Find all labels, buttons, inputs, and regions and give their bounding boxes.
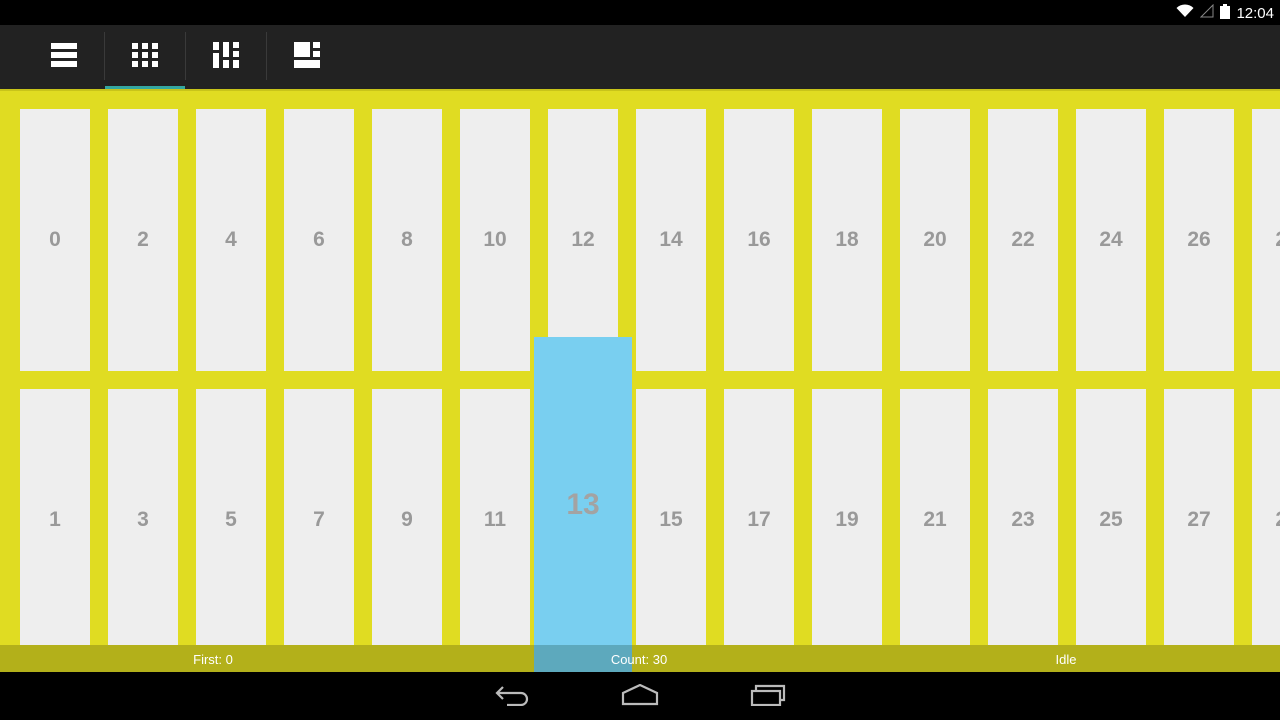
grid-item-number: 18	[835, 228, 859, 251]
signal-icon	[1200, 3, 1214, 22]
grid-item-number: 21	[923, 508, 947, 531]
recycler-grid[interactable]: 0246810121416182022242628135791113151719…	[0, 89, 1280, 672]
grid-item-number: 6	[313, 228, 325, 251]
recents-button[interactable]	[738, 680, 798, 714]
system-nav-bar	[0, 672, 1280, 720]
grid-item-number: 0	[49, 228, 61, 251]
grid-item-number: 3	[137, 508, 149, 531]
grid-item[interactable]: 26	[1164, 109, 1234, 371]
grid-item[interactable]: 6	[284, 109, 354, 371]
grid-icon	[132, 42, 158, 72]
grid-item[interactable]: 29	[1252, 389, 1280, 651]
grid-item[interactable]: 5	[196, 389, 266, 651]
grid-item[interactable]: 9	[372, 389, 442, 651]
scroll-state-label: Idle	[1055, 652, 1077, 667]
grid-item[interactable]: 21	[900, 389, 970, 651]
grid-item[interactable]: 24	[1076, 109, 1146, 371]
grid-item-number: 28	[1275, 228, 1280, 252]
grid-item-number: 20	[923, 228, 947, 251]
grid-item[interactable]: 1	[20, 389, 90, 651]
grid-item-number: 8	[401, 228, 413, 251]
grid-item[interactable]: 27	[1164, 389, 1234, 651]
grid-item-number: 4	[225, 228, 237, 251]
tab-staggered-grid-layout[interactable]	[186, 25, 266, 89]
grid-item[interactable]: 0	[20, 109, 90, 371]
grid-item-number: 19	[835, 508, 859, 531]
grid-item[interactable]: 2	[108, 109, 178, 371]
status-icons: 12:04	[1176, 3, 1274, 23]
grid-item-number: 26	[1187, 228, 1211, 251]
grid-item-number: 25	[1099, 508, 1123, 531]
tab-list-layout[interactable]	[24, 25, 104, 89]
grid-item[interactable]: 3	[108, 389, 178, 651]
list-icon	[51, 42, 77, 72]
recents-icon	[750, 684, 786, 711]
grid-item[interactable]: 15	[636, 389, 706, 651]
grid-item-number: 14	[659, 228, 683, 251]
grid-item-number: 23	[1011, 508, 1035, 531]
grid-item-number: 15	[659, 508, 683, 531]
grid-item[interactable]: 25	[1076, 389, 1146, 651]
selected-item-number: 13	[566, 487, 600, 521]
grid-item[interactable]: 23	[988, 389, 1058, 651]
grid-item-number: 22	[1011, 228, 1035, 251]
grid-item[interactable]: 28	[1252, 109, 1280, 371]
grid-item[interactable]: 17	[724, 389, 794, 651]
grid-item-number: 12	[571, 228, 595, 251]
selected-grid-item[interactable]: 13	[534, 337, 632, 672]
tab-grid-layout[interactable]	[105, 25, 185, 89]
grid-item[interactable]: 10	[460, 109, 530, 371]
grid-item[interactable]: 16	[724, 109, 794, 371]
grid-item[interactable]: 14	[636, 109, 706, 371]
status-bar: 12:04	[0, 0, 1280, 25]
grid-item[interactable]: 18	[812, 109, 882, 371]
info-bar: First: 0 Count: 30 Idle	[0, 645, 1280, 672]
grid-item-number: 16	[747, 228, 771, 251]
grid-item[interactable]: 12	[548, 109, 618, 371]
grid-item-number: 24	[1099, 228, 1123, 251]
item-count-label: Count: 30	[610, 652, 668, 667]
grid-item[interactable]: 20	[900, 109, 970, 371]
grid-item-number: 10	[483, 228, 507, 251]
grid-item-number: 9	[401, 508, 413, 531]
grid-item-number: 7	[313, 508, 325, 531]
grid-item-number: 1	[49, 508, 61, 531]
grid-item-number: 11	[483, 508, 507, 531]
first-visible-label: First: 0	[193, 652, 233, 667]
grid-item-number: 27	[1187, 508, 1211, 531]
grid-item[interactable]: 11	[460, 389, 530, 651]
grid-item[interactable]: 4	[196, 109, 266, 371]
status-time: 12:04	[1236, 4, 1274, 22]
layout-tab-bar	[0, 25, 1280, 89]
grid-top-edge	[0, 89, 1280, 91]
wifi-icon	[1176, 4, 1194, 22]
grid-item-number: 17	[747, 508, 771, 531]
back-button[interactable]	[482, 680, 542, 714]
grid-item[interactable]: 7	[284, 389, 354, 651]
grid-item-number: 29	[1275, 508, 1280, 532]
grid-item[interactable]: 22	[988, 109, 1058, 371]
staggered-grid-icon	[213, 41, 239, 73]
grid-item-number: 5	[225, 508, 237, 531]
home-icon	[621, 683, 659, 711]
spannable-grid-icon	[294, 41, 320, 73]
grid-item[interactable]: 8	[372, 109, 442, 371]
battery-icon	[1220, 3, 1231, 23]
back-icon	[495, 684, 529, 711]
grid-item[interactable]: 19	[812, 389, 882, 651]
grid-item-number: 2	[137, 228, 149, 251]
tab-spannable-grid-layout[interactable]	[267, 25, 347, 89]
home-button[interactable]	[610, 680, 670, 714]
